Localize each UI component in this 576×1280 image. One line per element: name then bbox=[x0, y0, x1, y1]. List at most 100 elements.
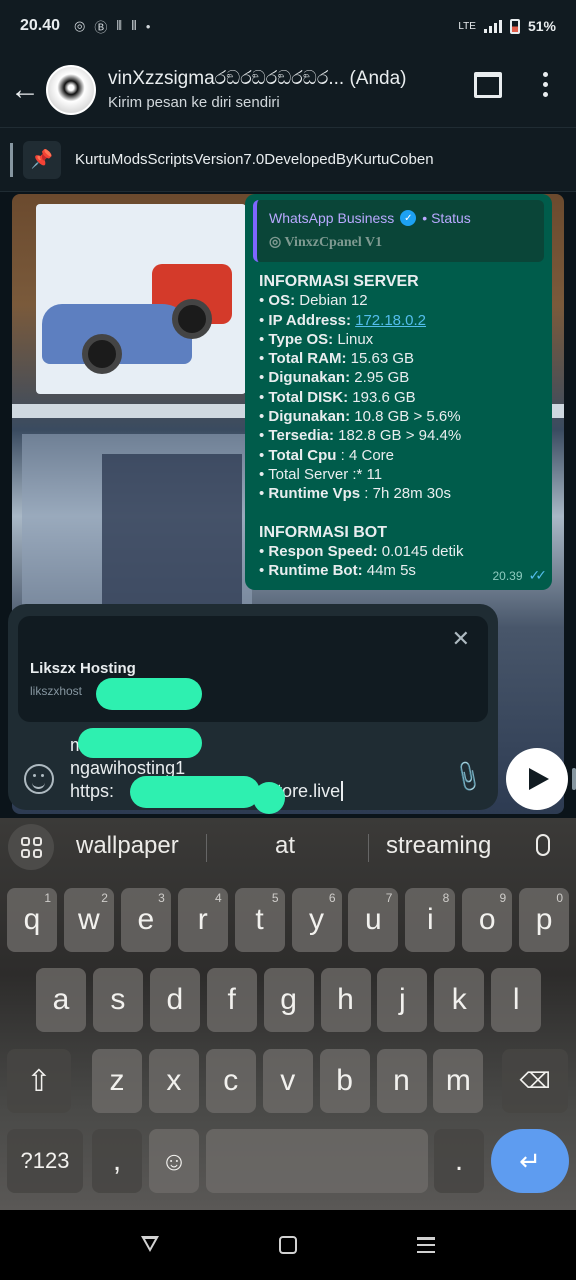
server-info-line: • OS: Debian 12 bbox=[259, 291, 544, 310]
server-info-line: • Tersedia: 182.8 GB > 94.4% bbox=[259, 426, 544, 445]
key-m[interactable]: m bbox=[433, 1049, 484, 1113]
sticker-icon[interactable] bbox=[24, 764, 54, 794]
microphone-icon[interactable] bbox=[536, 834, 550, 856]
backspace-key[interactable]: ⌫ bbox=[502, 1049, 568, 1113]
message-bubble[interactable]: WhatsApp Business ✓ • Status ◎ VinxzCpan… bbox=[245, 194, 552, 590]
key-g[interactable]: g bbox=[263, 968, 314, 1032]
nav-back-icon[interactable] bbox=[141, 1236, 159, 1252]
info-label: Tersedia: bbox=[268, 427, 335, 445]
info-value: 44m 5s bbox=[362, 562, 416, 580]
key-j[interactable]: j bbox=[377, 968, 428, 1032]
key-label: w bbox=[78, 903, 100, 936]
keyboard-menu-icon[interactable] bbox=[8, 824, 54, 870]
enter-icon: ↵ bbox=[519, 1145, 541, 1176]
symbols-key[interactable]: ?123 bbox=[7, 1129, 83, 1193]
info-label: Runtime Bot: bbox=[268, 562, 363, 580]
key-n[interactable]: n bbox=[376, 1049, 427, 1113]
key-hint: 3 bbox=[158, 891, 165, 905]
info-label: Total RAM: bbox=[268, 350, 347, 368]
key-z[interactable]: z bbox=[92, 1049, 142, 1113]
comma-key[interactable]: , bbox=[92, 1129, 142, 1193]
key-a[interactable]: a bbox=[36, 968, 86, 1032]
divider bbox=[206, 834, 207, 862]
close-preview-icon[interactable]: ✕ bbox=[452, 626, 470, 652]
pinned-message-bar[interactable]: 📌 KurtuModsScriptsVersion7.0DevelopedByK… bbox=[0, 128, 576, 192]
key-f[interactable]: f bbox=[206, 968, 257, 1032]
server-info-line: • Total Server :* 11 bbox=[259, 465, 544, 484]
period-key[interactable]: . bbox=[434, 1129, 484, 1193]
key-c[interactable]: c bbox=[205, 1049, 256, 1113]
key-x[interactable]: x bbox=[148, 1049, 199, 1113]
key-s[interactable]: s bbox=[92, 968, 143, 1032]
key-r[interactable]: r4 bbox=[177, 888, 228, 952]
server-info-line: • IP Address: 172.18.0.2 bbox=[259, 311, 544, 330]
attach-icon[interactable]: 📎 bbox=[449, 759, 486, 795]
bullet: • bbox=[259, 330, 269, 348]
key-b[interactable]: b bbox=[319, 1049, 370, 1113]
bullet: • bbox=[259, 408, 269, 426]
suggestion-item[interactable]: wallpaper bbox=[76, 832, 179, 860]
audio-icon-2: ⦀ bbox=[131, 18, 137, 33]
redaction-mark bbox=[78, 728, 202, 758]
chat-header-info[interactable]: vinXzzsigmaරඞරඞරඞරඞර... (Anda) Kirim pes… bbox=[108, 68, 448, 111]
audio-icon: ⦀ bbox=[116, 18, 123, 33]
key-label: d bbox=[166, 983, 184, 1016]
key-p[interactable]: p0 bbox=[519, 888, 570, 952]
avatar[interactable] bbox=[46, 64, 96, 115]
back-arrow-icon[interactable]: ← bbox=[10, 73, 42, 107]
bullet: • bbox=[259, 427, 269, 445]
key-e[interactable]: e3 bbox=[120, 888, 171, 952]
key-t[interactable]: t5 bbox=[234, 888, 285, 952]
key-label: y bbox=[309, 903, 324, 936]
space-key[interactable] bbox=[206, 1129, 428, 1193]
suggestion-item[interactable]: streaming bbox=[386, 832, 491, 860]
info-label: Type OS: bbox=[268, 330, 334, 348]
enter-key[interactable]: ↵ bbox=[491, 1129, 569, 1193]
key-i[interactable]: i8 bbox=[405, 888, 456, 952]
quoted-status[interactable]: WhatsApp Business ✓ • Status ◎ VinxzCpan… bbox=[253, 200, 544, 262]
bot-heading: INFORMASI BOT bbox=[259, 523, 387, 541]
bullet: • bbox=[259, 542, 269, 560]
nav-home-icon[interactable] bbox=[279, 1236, 297, 1254]
suggestion-item[interactable]: at bbox=[275, 832, 295, 860]
key-u[interactable]: u7 bbox=[348, 888, 399, 952]
key-v[interactable]: v bbox=[262, 1049, 313, 1113]
store-icon[interactable] bbox=[474, 72, 502, 98]
info-label: Digunakan: bbox=[268, 369, 351, 387]
send-button[interactable] bbox=[506, 748, 568, 810]
nav-recents-icon[interactable] bbox=[417, 1237, 435, 1253]
shift-key[interactable]: ⇧ bbox=[7, 1049, 71, 1113]
bullet: • bbox=[259, 350, 269, 368]
key-h[interactable]: h bbox=[320, 968, 371, 1032]
key-k[interactable]: k bbox=[434, 968, 485, 1032]
redaction-mark bbox=[96, 678, 202, 710]
ip-link[interactable]: 172.18.0.2 bbox=[355, 312, 426, 329]
broadcast-icon: ◎ bbox=[269, 235, 285, 250]
key-label: , bbox=[112, 1144, 122, 1177]
key-label: ?123 bbox=[20, 1148, 70, 1173]
key-hint: 4 bbox=[215, 891, 222, 905]
key-w[interactable]: w2 bbox=[63, 888, 114, 952]
key-l[interactable]: l bbox=[491, 968, 542, 1032]
server-info-line: • Type OS: Linux bbox=[259, 330, 544, 349]
bullet: • bbox=[259, 562, 269, 580]
more-options-icon[interactable] bbox=[538, 72, 552, 97]
server-info-line: • Total RAM: 15.63 GB bbox=[259, 349, 544, 368]
scrollbar[interactable] bbox=[572, 768, 576, 790]
info-label: IP Address: bbox=[268, 311, 351, 329]
key-o[interactable]: o9 bbox=[462, 888, 513, 952]
key-y[interactable]: y6 bbox=[291, 888, 342, 952]
key-hint: 7 bbox=[385, 891, 393, 905]
emoji-key[interactable]: ☺ bbox=[149, 1129, 199, 1193]
network-label: LTE bbox=[458, 20, 476, 32]
key-label: t bbox=[255, 903, 264, 936]
info-value: 193.6 GB bbox=[348, 388, 416, 406]
redaction-mark bbox=[130, 776, 260, 808]
key-q[interactable]: q1 bbox=[7, 888, 57, 952]
link-preview[interactable]: ✕ Likszx Hosting likszxhost bbox=[18, 616, 488, 722]
key-d[interactable]: d bbox=[149, 968, 200, 1032]
pinned-indicator bbox=[10, 142, 13, 177]
key-label: j bbox=[399, 983, 406, 1016]
signal-icon bbox=[483, 19, 502, 33]
chat-title: vinXzzsigmaරඞරඞරඞරඞර... (Anda) bbox=[108, 68, 407, 89]
